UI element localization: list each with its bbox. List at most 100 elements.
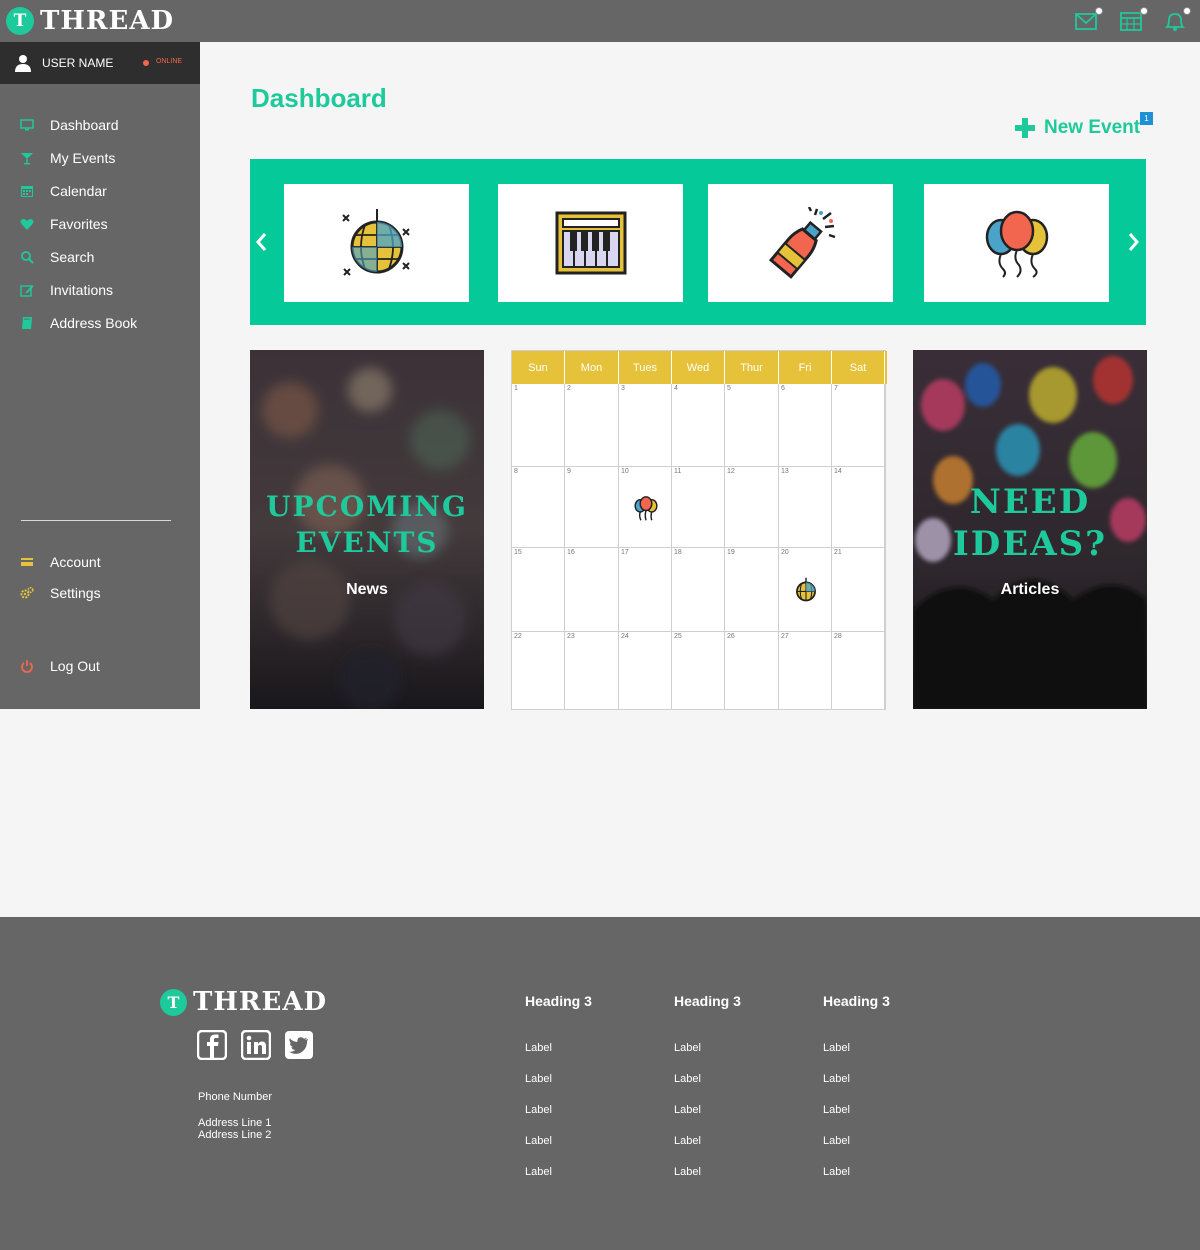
- calendar-day-cell[interactable]: 19: [725, 548, 779, 632]
- footer-link[interactable]: Label: [823, 1104, 850, 1116]
- search-icon: [20, 250, 34, 264]
- sidebar-item-address-book[interactable]: Address Book: [0, 310, 200, 336]
- calendar-icon[interactable]: [1120, 7, 1148, 32]
- footer-link[interactable]: Label: [674, 1166, 701, 1178]
- chevron-right-icon: [1128, 233, 1139, 251]
- twitter-icon[interactable]: [284, 1030, 314, 1060]
- upcoming-heading-line2: EVENTS: [295, 526, 439, 559]
- calendar-date-number: 28: [834, 633, 842, 640]
- sidebar-item-search[interactable]: Search: [0, 244, 200, 270]
- footer-link[interactable]: Label: [525, 1135, 552, 1147]
- event-carousel: [250, 159, 1146, 325]
- sidebar-item-calendar[interactable]: Calendar: [0, 178, 200, 204]
- calendar-day-cell[interactable]: 9: [565, 467, 619, 548]
- calendar-day-cell[interactable]: 20: [779, 548, 832, 632]
- sidebar-item-label: Log Out: [50, 658, 100, 674]
- sidebar-item-label: Favorites: [50, 216, 108, 232]
- facebook-icon[interactable]: [197, 1030, 227, 1060]
- footer-link[interactable]: Label: [525, 1042, 552, 1054]
- sidebar-item-log-out[interactable]: Log Out: [0, 653, 200, 679]
- calendar-day-cell[interactable]: 6: [779, 384, 832, 467]
- calendar-day-cell[interactable]: 23: [565, 632, 619, 710]
- footer-link[interactable]: Label: [674, 1104, 701, 1116]
- disco-ball-icon[interactable]: [793, 577, 819, 603]
- carousel-item-balloons[interactable]: [924, 184, 1109, 302]
- keyboard-icon: [555, 211, 626, 275]
- sidebar-item-label: My Events: [50, 150, 116, 166]
- footer-link[interactable]: Label: [674, 1042, 701, 1054]
- need-ideas-card[interactable]: NEED IDEAS? Articles: [913, 350, 1147, 709]
- footer-link[interactable]: Label: [525, 1104, 552, 1116]
- linkedin-icon[interactable]: [241, 1030, 271, 1060]
- calendar-day-cell[interactable]: 4: [672, 384, 725, 467]
- calendar-day-cell[interactable]: 27: [779, 632, 832, 710]
- calendar-day-cell[interactable]: 8: [512, 467, 565, 548]
- calendar-day-cell[interactable]: 28: [832, 632, 885, 710]
- calendar-date-number: 27: [781, 633, 789, 640]
- sidebar-item-label: Address Book: [50, 315, 138, 331]
- carousel-item-champagne[interactable]: [708, 184, 893, 302]
- footer-link[interactable]: Label: [823, 1073, 850, 1085]
- footer-phone: Phone Number: [198, 1091, 272, 1103]
- calendar-day-cell[interactable]: 2: [565, 384, 619, 467]
- upcoming-events-card[interactable]: UPCOMING EVENTS News: [250, 350, 484, 709]
- sidebar-divider: [21, 520, 171, 521]
- calendar-day-cell[interactable]: 15: [512, 548, 565, 632]
- calendar-day-cell[interactable]: 18: [672, 548, 725, 632]
- sidebar-item-account[interactable]: Account: [0, 549, 200, 575]
- calendar-day-cell[interactable]: 13: [779, 467, 832, 548]
- plus-icon: [1015, 118, 1035, 138]
- calendar-day-cell[interactable]: 17: [619, 548, 672, 632]
- sidebar-item-favorites[interactable]: Favorites: [0, 211, 200, 237]
- calendar-day-cell[interactable]: 26: [725, 632, 779, 710]
- new-event-button[interactable]: New Event: [1014, 117, 1140, 139]
- footer-brand-logo[interactable]: T THREAD: [160, 987, 327, 1017]
- footer-link[interactable]: Label: [525, 1166, 552, 1178]
- online-status-dot: [143, 60, 149, 66]
- sidebar-item-settings[interactable]: Settings: [0, 580, 200, 606]
- calendar-day-cell[interactable]: 11: [672, 467, 725, 548]
- calendar-day-cell[interactable]: 7: [832, 384, 885, 467]
- footer-address-line1: Address Line 1: [198, 1117, 272, 1129]
- carousel-prev-button[interactable]: [252, 229, 272, 255]
- calendar-day-cell[interactable]: 1: [512, 384, 565, 467]
- user-bar[interactable]: USER NAME ONLINE: [0, 42, 200, 84]
- sidebar-item-dashboard[interactable]: Dashboard: [0, 112, 200, 138]
- carousel-item-disco[interactable]: [284, 184, 469, 302]
- footer-link[interactable]: Label: [823, 1135, 850, 1147]
- footer-link[interactable]: Label: [674, 1073, 701, 1085]
- sidebar-item-invitations[interactable]: Invitations: [0, 277, 200, 303]
- calendar-day-cell[interactable]: 10: [619, 467, 672, 548]
- brand-logo[interactable]: T THREAD: [6, 6, 174, 36]
- calendar-date-number: 15: [514, 549, 522, 556]
- calendar-date-number: 22: [514, 633, 522, 640]
- footer-link[interactable]: Label: [525, 1073, 552, 1085]
- calendar-day-cell[interactable]: 3: [619, 384, 672, 467]
- calendar-date-number: 4: [674, 385, 678, 392]
- balloons-icon: [985, 210, 1048, 278]
- footer-link[interactable]: Label: [823, 1042, 850, 1054]
- calendar-day-cell[interactable]: 5: [725, 384, 779, 467]
- calendar-date-number: 19: [727, 549, 735, 556]
- sidebar-item-my-events[interactable]: My Events: [0, 145, 200, 171]
- footer-column-heading: Heading 3: [674, 993, 741, 1009]
- upcoming-heading-line1: UPCOMING: [266, 490, 468, 523]
- footer-link[interactable]: Label: [674, 1135, 701, 1147]
- calendar-day-cell[interactable]: 24: [619, 632, 672, 710]
- calendar-day-cell[interactable]: 14: [832, 467, 885, 548]
- carousel-next-button[interactable]: [1123, 229, 1143, 255]
- bell-icon[interactable]: [1163, 7, 1191, 32]
- calendar-date-number: 9: [567, 468, 571, 475]
- calendar-day-cell[interactable]: 22: [512, 632, 565, 710]
- ideas-heading-line2: IDEAS?: [952, 524, 1108, 564]
- calendar-date-number: 13: [781, 468, 789, 475]
- mail-icon[interactable]: [1075, 7, 1103, 32]
- calendar-day-cell[interactable]: 21: [832, 548, 885, 632]
- calendar-date-number: 10: [621, 468, 629, 475]
- carousel-item-keyboard[interactable]: [498, 184, 683, 302]
- calendar-day-cell[interactable]: 16: [565, 548, 619, 632]
- calendar-day-cell[interactable]: 25: [672, 632, 725, 710]
- calendar-day-cell[interactable]: 12: [725, 467, 779, 548]
- balloons-icon[interactable]: [633, 495, 659, 521]
- footer-link[interactable]: Label: [823, 1166, 850, 1178]
